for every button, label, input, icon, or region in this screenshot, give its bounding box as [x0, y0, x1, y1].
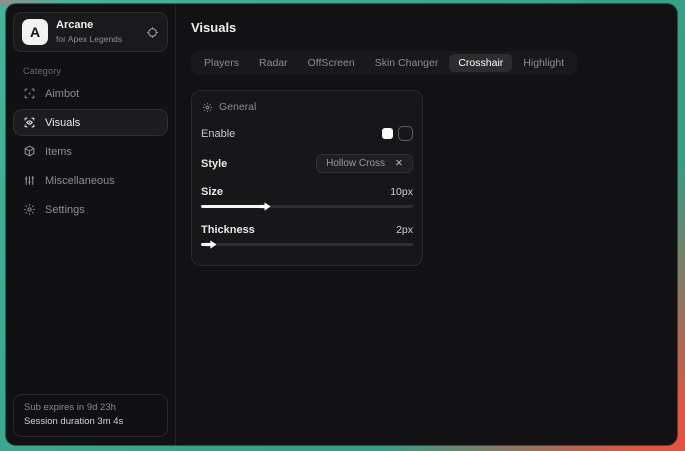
color-swatch[interactable] [382, 128, 393, 139]
sidebar-nav: Aimbot Visuals [13, 80, 168, 223]
brand-text: Arcane for Apex Legends [56, 19, 138, 44]
size-slider[interactable] [201, 202, 413, 211]
subscription-info-card: Sub expires in 9d 23h Session duration 3… [13, 394, 168, 438]
thickness-slider[interactable] [201, 240, 413, 249]
sub-expires-text: Sub expires in 9d 23h [24, 401, 157, 415]
sidebar-item-aimbot[interactable]: Aimbot [13, 80, 168, 107]
slider-thumb[interactable] [205, 240, 216, 249]
app-title: Arcane [56, 19, 138, 33]
app-logo: A [22, 19, 48, 45]
size-label: Size [201, 186, 223, 198]
tab-players[interactable]: Players [195, 54, 248, 72]
slider-fill [201, 205, 265, 208]
tab-radar[interactable]: Radar [250, 54, 297, 72]
gear-icon [23, 203, 36, 216]
session-duration-text: Session duration 3m 4s [24, 415, 157, 429]
sidebar-item-label: Settings [45, 204, 85, 216]
app-subtitle: for Apex Legends [56, 34, 138, 45]
main-content: Visuals Players Radar OffScreen Skin Cha… [176, 4, 677, 445]
eye-scan-icon [23, 116, 36, 129]
category-label: Category [23, 66, 168, 76]
style-row: Style Hollow Cross ✕ [201, 154, 413, 173]
tab-offscreen[interactable]: OffScreen [299, 54, 364, 72]
gear-icon [202, 102, 213, 113]
tab-crosshair[interactable]: Crosshair [449, 54, 512, 72]
brand-card: A Arcane for Apex Legends [13, 12, 168, 52]
sidebar-item-visuals[interactable]: Visuals [13, 109, 168, 136]
sidebar-item-label: Items [45, 146, 72, 158]
enable-row: Enable [201, 126, 413, 141]
general-panel: General Enable Style Hollow Cross ✕ Size… [191, 90, 423, 266]
thickness-label: Thickness [201, 224, 255, 236]
x-close-icon[interactable]: ✕ [395, 158, 403, 169]
sidebar-item-label: Visuals [45, 117, 80, 129]
sidebar-item-label: Aimbot [45, 88, 79, 100]
sidebar-item-items[interactable]: Items [13, 138, 168, 165]
page-title: Visuals [191, 20, 661, 35]
panel-header: General [201, 101, 413, 113]
tab-highlight[interactable]: Highlight [514, 54, 573, 72]
size-value: 10px [390, 186, 413, 198]
enable-controls [382, 126, 413, 141]
size-row: Size 10px [201, 186, 413, 198]
app-window: A Arcane for Apex Legends Category [6, 4, 677, 445]
tab-skin-changer[interactable]: Skin Changer [366, 54, 448, 72]
thickness-row: Thickness 2px [201, 224, 413, 236]
aim-brackets-icon [23, 87, 36, 100]
slider-thumb[interactable] [260, 202, 271, 211]
crosshair-target-icon[interactable] [146, 26, 159, 39]
panel-title: General [219, 101, 256, 113]
style-label: Style [201, 158, 227, 170]
slider-track [201, 243, 413, 246]
enable-checkbox[interactable] [398, 126, 413, 141]
sidebar-item-label: Miscellaneous [45, 175, 115, 187]
sidebar: A Arcane for Apex Legends Category [6, 4, 176, 445]
sliders-icon [23, 174, 36, 187]
visuals-tabbar: Players Radar OffScreen Skin Changer Cro… [191, 51, 577, 75]
sidebar-item-settings[interactable]: Settings [13, 196, 168, 223]
enable-label: Enable [201, 128, 235, 140]
style-select[interactable]: Hollow Cross ✕ [316, 154, 413, 173]
style-value: Hollow Cross [326, 158, 385, 169]
thickness-value: 2px [396, 224, 413, 236]
cube-icon [23, 145, 36, 158]
sidebar-item-miscellaneous[interactable]: Miscellaneous [13, 167, 168, 194]
